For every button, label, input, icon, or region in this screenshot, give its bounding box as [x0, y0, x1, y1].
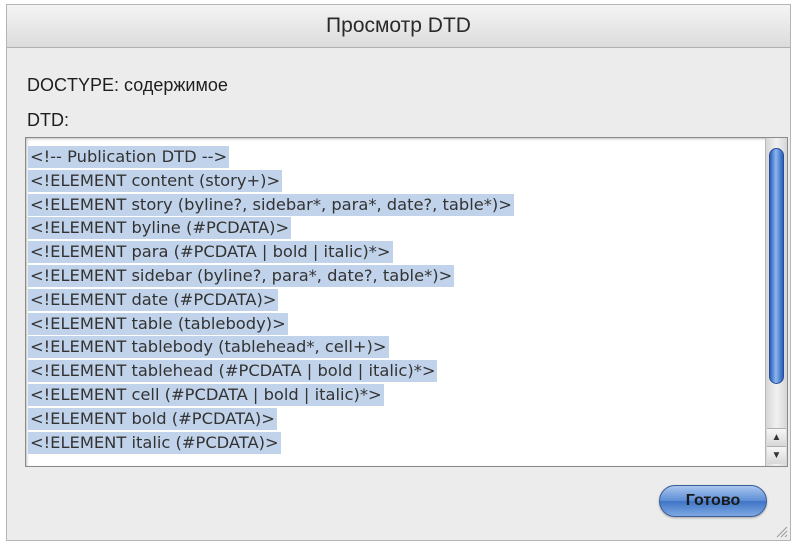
dtd-line: <!ELEMENT tablehead (#PCDATA | bold | it…: [28, 359, 759, 383]
dtd-line-text: <!ELEMENT bold (#PCDATA)>: [28, 407, 277, 430]
dtd-line-text: <!-- Publication DTD -->: [28, 146, 230, 168]
dtd-line-text: <!ELEMENT italic (#PCDATA)>: [28, 431, 281, 454]
scroll-up-arrow-icon[interactable]: ▲: [767, 428, 786, 446]
dtd-line: <!ELEMENT content (story+)>: [28, 169, 759, 193]
dtd-line-text: <!ELEMENT para (#PCDATA | bold | italic)…: [28, 241, 393, 264]
window-title: Просмотр DTD: [7, 5, 790, 48]
scroll-down-arrow-icon[interactable]: ▼: [767, 446, 786, 464]
resize-grip-icon[interactable]: [774, 524, 788, 538]
dtd-code-lines: <!-- Publication DTD --> <!ELEMENT conten…: [28, 145, 759, 454]
dtd-line: <!ELEMENT date (#PCDATA)>: [28, 288, 759, 312]
dtd-line-text: <!ELEMENT content (story+)>: [28, 169, 283, 192]
dtd-label: DTD:: [27, 110, 69, 130]
dtd-line-text: <!ELEMENT tablebody (tablehead*, cell+)>: [28, 336, 389, 359]
dtd-line-text: <!ELEMENT sidebar (byline?, para*, date?…: [28, 264, 455, 287]
dtd-line-text: <!ELEMENT table (tablebody)>: [28, 312, 288, 335]
dtd-line-text: <!ELEMENT tablehead (#PCDATA | bold | it…: [28, 360, 438, 383]
done-button[interactable]: Готово: [659, 485, 767, 517]
dtd-line: <!ELEMENT byline (#PCDATA)>: [28, 216, 759, 240]
doctype-label: DOCTYPE: содержимое: [27, 75, 228, 95]
dtd-line-text: <!ELEMENT story (byline?, sidebar*, para…: [28, 193, 514, 216]
dtd-line-text: <!ELEMENT byline (#PCDATA)>: [28, 217, 292, 240]
dtd-line: <!ELEMENT italic (#PCDATA)>: [28, 431, 759, 455]
scrollbar-thumb[interactable]: [769, 148, 784, 384]
dtd-line: <!-- Publication DTD -->: [28, 145, 759, 169]
dtd-line: <!ELEMENT bold (#PCDATA)>: [28, 407, 759, 431]
vertical-scrollbar[interactable]: ▲ ▼: [765, 138, 787, 466]
dtd-line: <!ELEMENT sidebar (byline?, para*, date?…: [28, 264, 759, 288]
dtd-text-area[interactable]: <!-- Publication DTD --> <!ELEMENT conten…: [25, 137, 788, 467]
dtd-line: <!ELEMENT para (#PCDATA | bold | italic)…: [28, 240, 759, 264]
dtd-line-text: <!ELEMENT date (#PCDATA)>: [28, 288, 279, 311]
dtd-preview-window: Просмотр DTD DOCTYPE: содержимое DTD: <!…: [6, 4, 791, 541]
dtd-line: <!ELEMENT tablebody (tablehead*, cell+)>: [28, 335, 759, 359]
dtd-line-text: <!ELEMENT cell (#PCDATA | bold | italic)…: [28, 383, 384, 406]
dtd-line: <!ELEMENT story (byline?, sidebar*, para…: [28, 193, 759, 217]
dtd-line: <!ELEMENT table (tablebody)>: [28, 312, 759, 336]
dtd-line: <!ELEMENT cell (#PCDATA | bold | italic)…: [28, 383, 759, 407]
